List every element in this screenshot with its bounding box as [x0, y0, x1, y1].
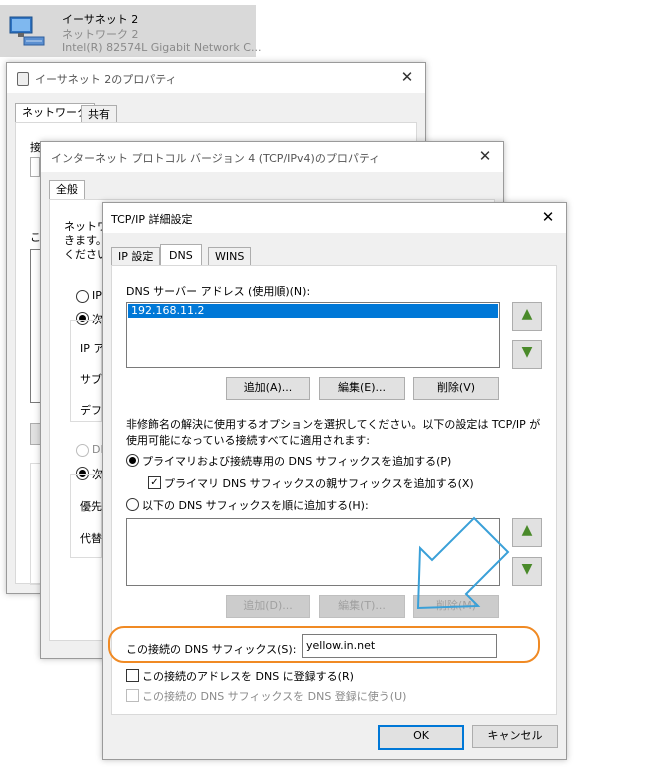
annotation-arrow-icon [416, 516, 510, 610]
